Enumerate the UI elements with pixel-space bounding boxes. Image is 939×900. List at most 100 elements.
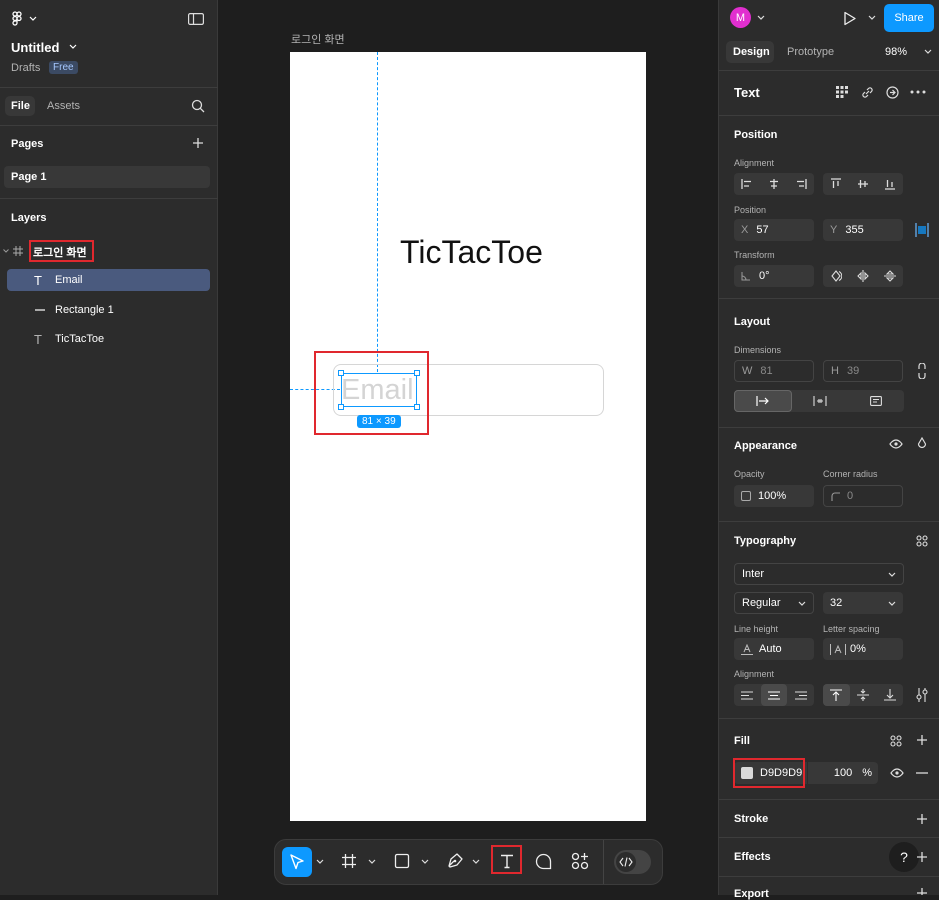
search-icon[interactable] <box>191 99 205 113</box>
flip-vertical-icon[interactable] <box>876 265 903 287</box>
chevron-down-icon[interactable] <box>69 44 77 50</box>
h-value: 39 <box>846 365 860 377</box>
chevron-down-icon[interactable] <box>888 601 896 607</box>
text-align-middle-icon[interactable] <box>850 684 877 706</box>
more-icon[interactable] <box>910 90 926 94</box>
vertical-text-align-group <box>823 684 903 706</box>
flip-horizontal-icon[interactable] <box>850 265 877 287</box>
height-field[interactable]: H 39 <box>823 360 903 382</box>
layer-rectangle-1[interactable]: Rectangle 1 <box>7 299 210 321</box>
chevron-down-icon <box>29 16 37 21</box>
add-effect-icon[interactable] <box>916 851 928 863</box>
comment-tool-icon[interactable] <box>535 853 552 870</box>
tab-prototype[interactable]: Prototype <box>787 46 834 58</box>
frame-label[interactable]: 로그인 화면 <box>291 31 345 47</box>
tab-assets[interactable]: Assets <box>47 100 80 112</box>
link-icon[interactable] <box>861 86 874 99</box>
login-frame[interactable]: TicTacToe Email 81 × 39 <box>290 52 646 821</box>
chevron-down-icon[interactable] <box>868 15 876 21</box>
text-align-bottom-icon[interactable] <box>876 684 903 706</box>
chevron-down-icon[interactable] <box>421 859 429 865</box>
add-export-icon[interactable] <box>916 887 928 895</box>
style-icon[interactable] <box>886 86 899 99</box>
corner-radius-field[interactable]: 0 <box>823 485 903 507</box>
share-button[interactable]: Share <box>884 4 934 32</box>
help-button[interactable]: ? <box>889 842 919 872</box>
title-text[interactable]: TicTacToe <box>400 234 543 271</box>
layer-label: TicTacToe <box>55 333 105 345</box>
w-value: 81 <box>760 365 773 377</box>
text-align-left-icon[interactable] <box>734 684 761 706</box>
chevron-down-icon[interactable] <box>3 248 9 254</box>
rotate-icon[interactable] <box>823 265 850 287</box>
align-middle-icon[interactable] <box>850 173 877 195</box>
align-right-icon[interactable] <box>787 173 814 195</box>
page-item-1[interactable]: Page 1 <box>4 166 210 188</box>
toggle-sidebar-button[interactable] <box>186 10 206 28</box>
fill-opacity-value[interactable]: 100 <box>834 767 852 779</box>
text-align-right-icon[interactable] <box>787 684 814 706</box>
canvas[interactable]: 로그인 화면 TicTacToe Email 81 × 39 <box>219 0 718 895</box>
fixed-width-icon[interactable] <box>734 390 792 412</box>
width-field[interactable]: W 81 <box>734 360 814 382</box>
text-align-center-icon[interactable] <box>760 684 788 706</box>
chevron-down-icon[interactable] <box>316 859 324 865</box>
font-size-value: 32 <box>830 597 843 609</box>
stroke-heading: Stroke <box>734 813 769 825</box>
line-height-field[interactable]: Auto <box>734 638 814 660</box>
remove-fill-icon[interactable] <box>916 772 928 774</box>
layer-email[interactable]: T Email <box>7 269 210 291</box>
text-align-top-icon[interactable] <box>823 684 850 706</box>
w-label: W <box>742 365 753 377</box>
chevron-down-icon[interactable] <box>888 572 896 578</box>
main-menu-button[interactable] <box>10 10 40 28</box>
tab-file[interactable]: File <box>11 100 30 112</box>
constrain-proportions-icon[interactable] <box>918 363 926 379</box>
chevron-down-icon[interactable] <box>798 601 806 607</box>
align-left-icon[interactable] <box>734 173 761 195</box>
highlight-box <box>733 758 805 788</box>
drafts-link[interactable]: Drafts <box>11 62 40 74</box>
text-box-icon[interactable] <box>848 390 904 412</box>
dev-mode-toggle[interactable] <box>614 850 651 874</box>
chevron-down-icon[interactable] <box>757 15 765 21</box>
zoom-level[interactable]: 98% <box>885 46 907 58</box>
layer-tictactoe[interactable]: T TicTacToe <box>7 328 210 350</box>
align-center-h-icon[interactable] <box>761 173 788 195</box>
chevron-down-icon[interactable] <box>472 859 480 865</box>
tab-design[interactable]: Design <box>733 46 770 58</box>
component-grid-icon[interactable] <box>836 86 848 98</box>
play-icon[interactable] <box>843 11 857 26</box>
chevron-down-icon[interactable] <box>368 859 376 865</box>
letter-spacing-field[interactable]: 0% <box>823 638 903 660</box>
font-family-select[interactable]: Inter <box>734 563 904 585</box>
add-stroke-icon[interactable] <box>916 813 928 825</box>
text-alignment-caption: Alignment <box>734 669 775 679</box>
text-styles-icon[interactable] <box>916 535 928 547</box>
hug-contents-icon[interactable] <box>792 390 848 412</box>
constraints-icon[interactable] <box>915 223 929 237</box>
pen-tool-icon[interactable] <box>446 852 464 870</box>
avatar[interactable]: M <box>730 7 751 28</box>
align-bottom-icon[interactable] <box>876 173 903 195</box>
align-top-icon[interactable] <box>823 173 850 195</box>
visibility-icon[interactable] <box>889 439 903 449</box>
opacity-field[interactable]: 100% <box>734 485 814 507</box>
type-settings-icon[interactable] <box>916 688 928 702</box>
actions-icon[interactable] <box>571 852 589 870</box>
file-title[interactable]: Untitled <box>11 40 59 55</box>
add-page-icon[interactable] <box>192 137 204 149</box>
rectangle-tool-icon[interactable] <box>394 853 410 869</box>
y-position-field[interactable]: Y 355 <box>823 219 903 241</box>
x-position-field[interactable]: X 57 <box>734 219 814 241</box>
move-tool-button[interactable] <box>282 847 312 877</box>
divider <box>0 198 218 199</box>
highlight-box <box>314 351 429 435</box>
frame-tool-icon[interactable] <box>341 853 357 869</box>
blend-mode-icon[interactable] <box>917 437 927 450</box>
visibility-icon[interactable] <box>890 768 904 778</box>
add-fill-icon[interactable] <box>916 734 928 746</box>
rotation-field[interactable]: 0° <box>734 265 814 287</box>
chevron-down-icon[interactable] <box>924 49 932 55</box>
fill-styles-icon[interactable] <box>890 735 902 747</box>
